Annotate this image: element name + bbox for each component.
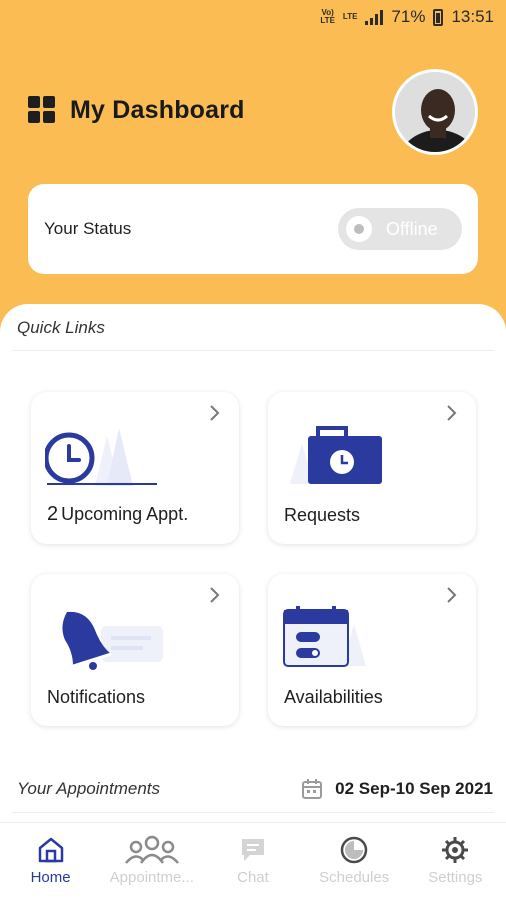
clock-icon <box>45 428 157 486</box>
home-icon <box>38 837 63 863</box>
tile-label: Requests <box>284 505 361 525</box>
content-panel <box>0 304 506 824</box>
bottom-nav: Home Appointme... Chat Schedules Setting… <box>0 822 506 900</box>
nav-appointments[interactable]: Appointme... <box>102 835 202 886</box>
date-range-text: 02 Sep-10 Sep 2021 <box>335 779 493 798</box>
network-indicator-2: LTE <box>342 12 358 21</box>
date-range-selector[interactable]: 02 Sep-10 Sep 2021 <box>301 778 493 800</box>
chevron-right-icon <box>210 587 220 603</box>
page-title: My Dashboard <box>70 95 245 124</box>
upcoming-appt-tile[interactable]: 2 Upcoming Appt. <box>31 392 239 544</box>
status-label: Your Status <box>44 219 132 238</box>
requests-tile[interactable]: Requests <box>268 392 476 544</box>
appointments-title: Your Appointments <box>17 779 161 798</box>
gear-icon <box>442 837 469 863</box>
chevron-right-icon <box>210 405 220 421</box>
signal-icon <box>365 9 384 25</box>
calendar-icon <box>283 606 366 667</box>
nav-label: Schedules <box>319 869 390 886</box>
chevron-right-icon <box>447 587 457 603</box>
quick-links-title: Quick Links <box>17 318 105 337</box>
title-wrap: My Dashboard <box>28 96 245 125</box>
tile-label: Notifications <box>47 687 146 707</box>
nav-schedules[interactable]: Schedules <box>304 835 404 886</box>
nav-label: Chat <box>237 869 269 886</box>
dashboard-header: My Dashboard <box>28 69 478 155</box>
avatar[interactable] <box>392 69 478 155</box>
toggle-text: Offline <box>386 218 438 239</box>
briefcase-icon <box>290 426 382 484</box>
nav-settings[interactable]: Settings <box>405 835 505 886</box>
status-card: Your Status Offline <box>28 184 478 274</box>
notifications-tile[interactable]: Notifications <box>31 574 239 726</box>
bell-icon <box>62 611 163 670</box>
nav-label: Home <box>30 869 71 886</box>
status-bar: Vo) LTE LTE 71% 13:51 <box>0 0 506 34</box>
dashboard-icon <box>28 96 56 124</box>
chevron-right-icon <box>447 405 457 421</box>
battery-icon <box>433 8 444 26</box>
users-icon <box>124 835 179 864</box>
header-background <box>0 0 506 340</box>
battery-percent: 71% <box>391 7 426 26</box>
toggle-knob <box>346 216 372 242</box>
quick-links-divider <box>12 350 494 351</box>
tile-label: 2 Upcoming Appt. <box>47 503 189 525</box>
network-indicator-1: Vo) LTE <box>320 8 335 25</box>
chat-icon <box>241 839 264 861</box>
appointments-divider <box>12 812 494 813</box>
appointments-row: Your Appointments 02 Sep-10 Sep 2021 <box>17 770 493 808</box>
schedule-icon <box>340 836 368 864</box>
nav-label: Settings <box>428 869 483 886</box>
clock-time: 13:51 <box>451 7 494 26</box>
tile-label: Availabilities <box>284 687 383 707</box>
nav-chat[interactable]: Chat <box>203 835 303 886</box>
availabilities-tile[interactable]: Availabilities <box>268 574 476 726</box>
nav-home[interactable]: Home <box>1 835 101 886</box>
status-toggle[interactable]: Offline <box>338 208 462 250</box>
nav-label: Appointme... <box>109 869 194 886</box>
calendar-icon <box>302 779 323 799</box>
